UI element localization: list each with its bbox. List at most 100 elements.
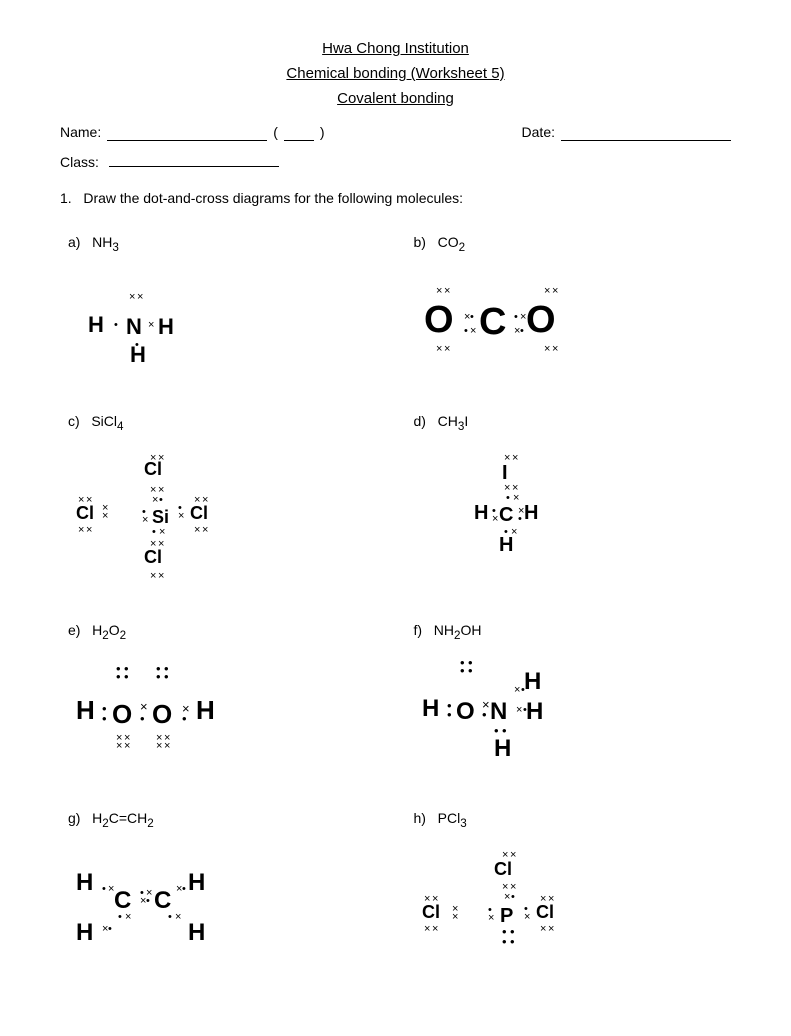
svg-text:•: • xyxy=(108,923,112,935)
svg-text:×: × xyxy=(158,570,164,582)
name-paren-input[interactable] xyxy=(284,123,314,141)
svg-text:•: • xyxy=(518,513,522,525)
svg-text:H: H xyxy=(422,695,439,722)
name-input[interactable] xyxy=(107,123,267,141)
svg-text:×: × xyxy=(164,740,170,752)
svg-text:×: × xyxy=(116,740,122,752)
svg-text:Cl: Cl xyxy=(536,902,554,922)
svg-text:•: • xyxy=(152,526,156,538)
svg-text:×: × xyxy=(488,912,494,924)
svg-text:Cl: Cl xyxy=(190,503,208,523)
svg-text:•: • xyxy=(506,492,510,504)
class-row: Class: xyxy=(60,149,731,170)
svg-text:×: × xyxy=(175,911,181,923)
svg-text:•: • xyxy=(460,655,465,670)
svg-text:×: × xyxy=(516,704,522,716)
svg-text:•: • xyxy=(470,311,474,323)
svg-text:•: • xyxy=(502,934,507,949)
name-field-group: Name: ( ) xyxy=(60,123,325,141)
svg-text:×: × xyxy=(102,510,108,522)
svg-text:•: • xyxy=(168,911,172,923)
molecule-h2cch2-label: g) H2C=CH2 xyxy=(68,810,378,830)
molecule-ch3i-diagram: ×× I ×× • × C H • × H × • H • × xyxy=(414,443,614,573)
svg-text:C: C xyxy=(154,887,171,914)
molecules-grid: a) NH3 H • N × × × H H • b) CO2 ×× xyxy=(60,226,731,996)
svg-text:×: × xyxy=(511,526,517,538)
name-label: Name: xyxy=(60,124,101,140)
svg-text:×: × xyxy=(129,291,135,303)
svg-text:N: N xyxy=(490,698,507,725)
svg-text:Cl: Cl xyxy=(144,547,162,567)
svg-text:H: H xyxy=(76,695,95,725)
svg-text:•: • xyxy=(511,891,515,903)
svg-text:•: • xyxy=(140,711,145,726)
svg-text:×: × xyxy=(156,740,162,752)
molecule-nh3: a) NH3 H • N × × × H H • xyxy=(60,226,386,385)
molecule-pcl3: h) PCl3 ×× Cl ×× × • P ×× ×× Cl ×× • × •… xyxy=(406,802,732,996)
svg-text:×: × xyxy=(548,923,554,935)
svg-text:×: × xyxy=(512,452,518,464)
question1-instructions: 1. Draw the dot-and-cross diagrams for t… xyxy=(60,190,731,206)
svg-text:•: • xyxy=(116,661,121,676)
molecule-sicl4-diagram: ×× Cl ×× × • Si ×× ×× Cl ×× • × •× ×× Cl… xyxy=(68,443,268,583)
svg-text:•: • xyxy=(182,711,187,726)
svg-text:×: × xyxy=(544,285,550,297)
svg-text:×: × xyxy=(150,570,156,582)
svg-text:H: H xyxy=(526,698,543,725)
svg-text:×: × xyxy=(552,285,558,297)
svg-text:•: • xyxy=(159,494,163,506)
svg-text:O: O xyxy=(152,699,172,729)
molecule-h2o2: e) H2O2 H • • •• •• O ×× ×× × • •• •• O … xyxy=(60,614,386,783)
svg-text:Cl: Cl xyxy=(422,902,440,922)
svg-text:×: × xyxy=(470,325,476,337)
svg-text:H: H xyxy=(88,312,104,337)
svg-text:×: × xyxy=(424,923,430,935)
svg-text:×: × xyxy=(202,524,208,536)
svg-text:×: × xyxy=(137,291,143,303)
date-label: Date: xyxy=(522,124,555,140)
svg-text:H: H xyxy=(76,919,93,946)
svg-text:C: C xyxy=(114,887,131,914)
svg-text:×: × xyxy=(178,510,184,522)
svg-text:×: × xyxy=(504,891,510,903)
svg-text:×: × xyxy=(514,684,520,696)
svg-text:×: × xyxy=(452,911,458,923)
worksheet-title: Chemical bonding (Worksheet 5) xyxy=(60,65,731,82)
molecule-co2: b) CO2 ×× ×× O × • • × C • × × • O ×× xyxy=(406,226,732,385)
molecule-nh2oh-diagram: H • • •• •• O × • N × • H × • H • xyxy=(414,651,654,771)
svg-text:•: • xyxy=(468,655,473,670)
molecule-nh3-label: a) NH3 xyxy=(68,234,378,254)
svg-text:×: × xyxy=(125,911,131,923)
svg-text:×: × xyxy=(444,343,450,355)
svg-text:•: • xyxy=(464,325,468,337)
svg-text:Cl: Cl xyxy=(76,503,94,523)
svg-text:×: × xyxy=(436,343,442,355)
svg-text:×: × xyxy=(194,524,200,536)
svg-text:•: • xyxy=(520,325,524,337)
topic-title: Covalent bonding xyxy=(60,90,731,107)
svg-text:Cl: Cl xyxy=(494,859,512,879)
svg-text:×: × xyxy=(444,285,450,297)
svg-text:×: × xyxy=(552,343,558,355)
svg-text:×: × xyxy=(524,911,530,923)
svg-text:H: H xyxy=(494,735,511,762)
molecule-pcl3-diagram: ×× Cl ×× × • P ×× ×× Cl ×× • × •× ×× Cl … xyxy=(414,840,634,985)
molecule-sicl4: c) SiCl4 ×× Cl ×× × • Si ×× ×× Cl ×× • ×… xyxy=(60,405,386,594)
svg-text:H: H xyxy=(524,502,538,524)
svg-text:C: C xyxy=(499,504,513,526)
molecule-h2cch2: g) H2C=CH2 H • × C • × × • C × • H H × • xyxy=(60,802,386,996)
svg-text:O: O xyxy=(424,299,454,341)
svg-text:×: × xyxy=(540,923,546,935)
svg-text:×: × xyxy=(513,492,519,504)
svg-text:H: H xyxy=(188,919,205,946)
date-input[interactable] xyxy=(561,123,731,141)
svg-text:O: O xyxy=(456,698,475,725)
svg-text:•: • xyxy=(182,883,186,895)
svg-text:H: H xyxy=(474,502,488,524)
svg-text:•: • xyxy=(164,661,169,676)
molecule-ch3i-label: d) CH3I xyxy=(414,413,724,433)
svg-text:•: • xyxy=(118,911,122,923)
svg-text:•: • xyxy=(146,895,150,907)
class-input[interactable] xyxy=(109,149,279,167)
molecule-nh2oh-label: f) NH2OH xyxy=(414,622,724,642)
